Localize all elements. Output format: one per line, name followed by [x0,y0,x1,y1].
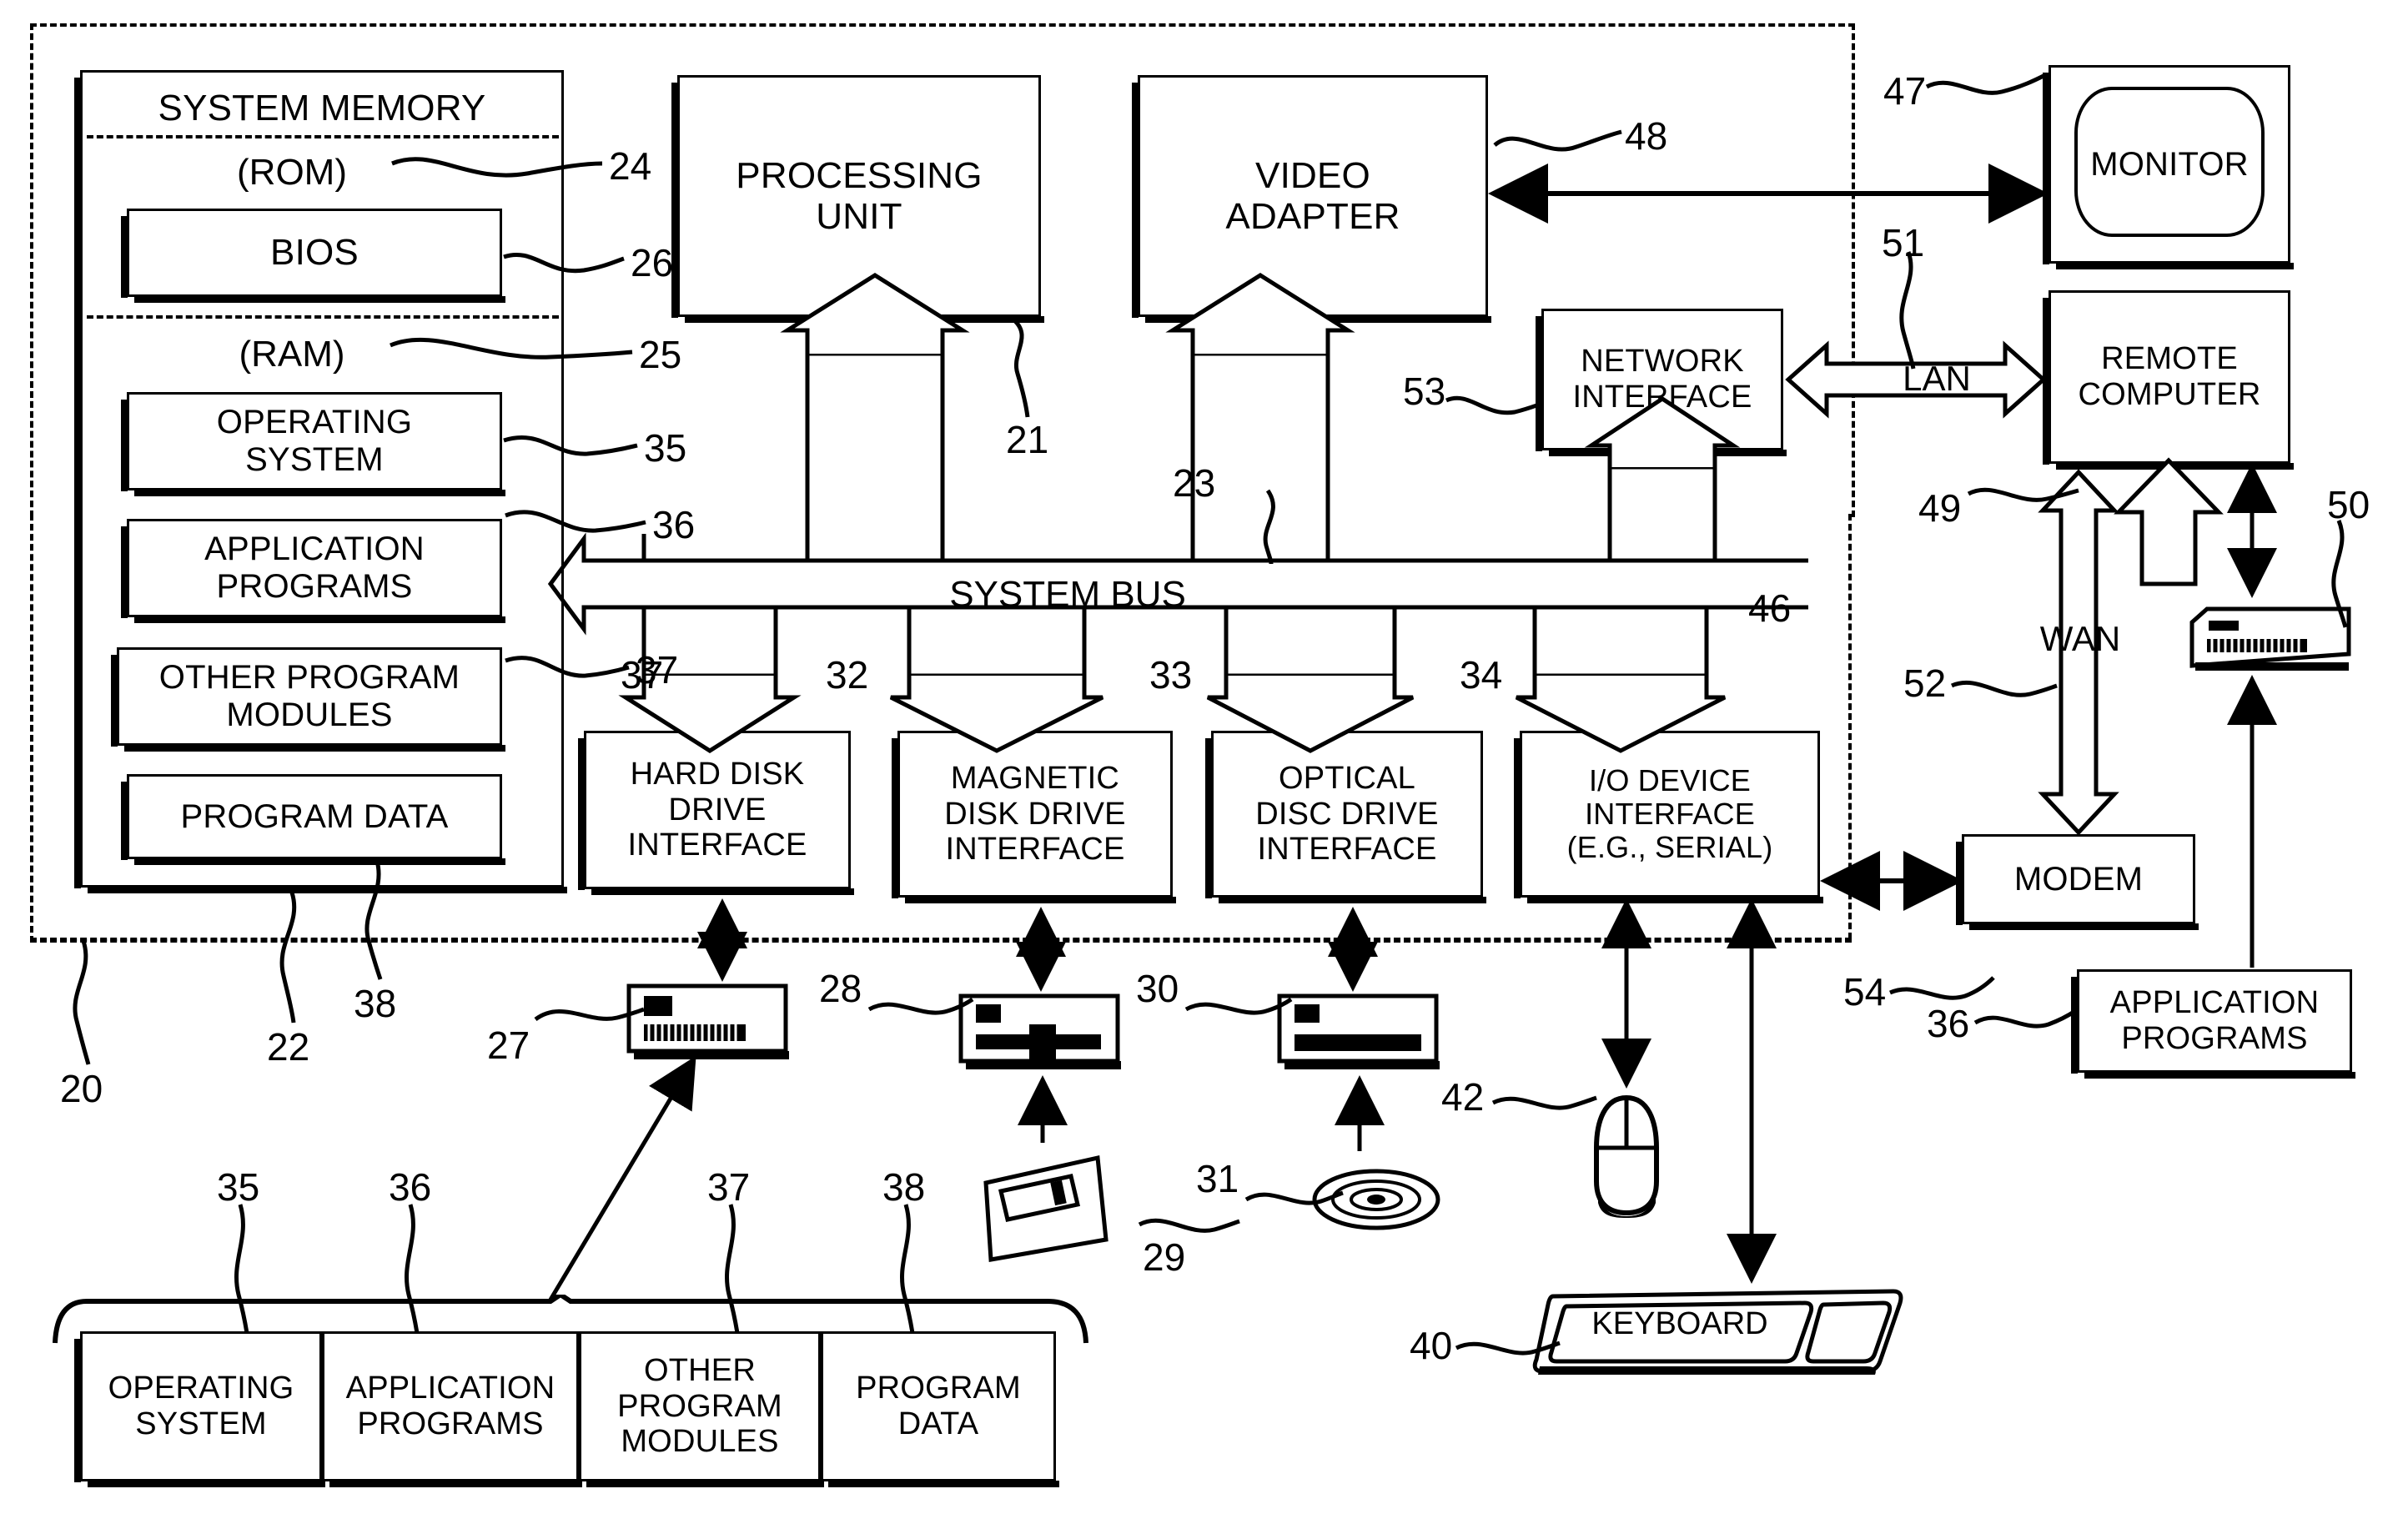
modem-box: MODEM [1956,834,2199,930]
ref-38: 38 [354,982,397,1025]
ref-36b: 36 [389,1165,432,1209]
video-adapter-label: VIDEO ADAPTER [1225,154,1400,237]
lan-label: LAN [1903,359,1971,398]
ref-49: 49 [1918,486,1962,530]
media-operating-system-cell: OPERATING SYSTEM [74,1331,325,1487]
ref-20: 20 [60,1067,103,1110]
optical-disc-drive-interface-box: OPTICAL DISC DRIVE INTERFACE [1205,731,1486,903]
remote-storage-drive-icon [2185,599,2352,676]
media-application-programs-label: APPLICATION PROGRAMS [345,1371,555,1441]
ref-38b: 38 [882,1165,926,1209]
rom-section-divider-top [87,135,559,138]
ref-31: 31 [1196,1157,1239,1200]
ref-33: 33 [1149,653,1193,697]
rom-label: (ROM) [237,152,347,193]
bios-label: BIOS [270,232,359,274]
program-data-box: PROGRAM DATA [121,774,505,865]
media-other-program-modules-label: OTHER PROGRAM MODULES [617,1353,782,1460]
media-operating-system-label: OPERATING SYSTEM [108,1371,294,1441]
ref-37b: 37 [621,653,664,697]
ram-label: (RAM) [239,334,345,375]
network-interface-label: NETWORK INTERFACE [1572,344,1752,415]
other-program-modules-label: OTHER PROGRAM MODULES [158,659,460,733]
application-programs-box: APPLICATION PROGRAMS [121,519,505,623]
io-device-interface-label: I/O DEVICE INTERFACE (E.G., SERIAL) [1566,762,1773,865]
ref-35: 35 [644,426,687,470]
hard-disk-drive-interface-box: HARD DISK DRIVE INTERFACE [578,731,854,895]
ref-23: 23 [1173,461,1216,505]
ref-36: 36 [652,503,696,546]
media-program-data-cell: PROGRAM DATA [821,1331,1059,1487]
ref-28: 28 [819,967,862,1010]
remote-computer-label: REMOTE COMPUTER [2078,341,2261,412]
ref-52: 52 [1903,661,1947,705]
remote-computer-box: REMOTE COMPUTER [2043,290,2294,470]
ref-30: 30 [1136,967,1179,1010]
system-bus-label: SYSTEM BUS [949,574,1186,615]
ref-40: 40 [1410,1324,1453,1367]
rom-section-divider-bottom [87,315,559,319]
wan-label: WAN [2039,619,2121,658]
optical-disc-media-icon [1310,1161,1443,1236]
computer-enclosure-dashed-bottom [30,938,1852,941]
mouse-icon [1585,1093,1668,1218]
other-program-modules-box: OTHER PROGRAM MODULES [111,647,505,752]
ref-42: 42 [1441,1075,1485,1119]
ref-50: 50 [2327,483,2370,526]
io-device-interface-box: I/O DEVICE INTERFACE (E.G., SERIAL) [1514,731,1823,903]
processing-unit-box: PROCESSING UNIT [671,75,1044,323]
ref-29: 29 [1143,1235,1186,1279]
ref-21: 21 [1006,418,1049,461]
ref-36c: 36 [1927,1002,1970,1045]
ref-32: 32 [826,653,869,697]
ref-26: 26 [631,241,674,284]
remote-application-programs-box: APPLICATION PROGRAMS [2071,969,2355,1079]
system-memory-label: SYSTEM MEMORY [158,88,486,128]
remote-application-programs-label: APPLICATION PROGRAMS [2109,985,2320,1056]
modem-label: MODEM [2013,860,2144,898]
patent-figure-canvas: SYSTEM MEMORY (ROM) BIOS (RAM) OPERATING… [0,0,2408,1514]
ref-24: 24 [609,144,652,188]
floppy-disk-media-icon [981,1153,1131,1270]
ref-27: 27 [487,1024,530,1067]
application-programs-label: APPLICATION PROGRAMS [204,531,425,605]
video-adapter-box: VIDEO ADAPTER [1132,75,1491,323]
program-data-label: PROGRAM DATA [180,797,449,835]
ref-53: 53 [1403,370,1446,413]
monitor-label: MONITOR [2090,145,2249,183]
media-application-programs-cell: APPLICATION PROGRAMS [322,1331,582,1487]
operating-system-box: OPERATING SYSTEM [121,392,505,496]
network-interface-box: NETWORK INTERFACE [1536,309,1787,456]
ref-47: 47 [1883,69,1927,113]
optical-disc-drive-icon [1276,993,1446,1073]
media-program-data-label: PROGRAM DATA [856,1371,1021,1441]
ref-46: 46 [1748,586,1792,630]
keyboard-label: KEYBOARD [1591,1306,1768,1341]
ref-22: 22 [267,1025,310,1069]
magnetic-disk-drive-interface-label: MAGNETIC DISK DRIVE INTERFACE [944,761,1126,868]
hard-disk-drive-interface-label: HARD DISK DRIVE INTERFACE [627,757,807,863]
magnetic-disk-drive-interface-box: MAGNETIC DISK DRIVE INTERFACE [892,731,1176,903]
hard-disk-drive-icon [626,983,796,1063]
media-other-program-modules-cell: OTHER PROGRAM MODULES [579,1331,824,1487]
ref-51: 51 [1882,221,1925,264]
ref-25: 25 [639,333,682,376]
ref-54: 54 [1843,970,1887,1014]
ref-34: 34 [1460,653,1503,697]
bios-box: BIOS [121,209,505,303]
magnetic-disk-drive-icon [958,993,1128,1073]
ref-35b: 35 [217,1165,260,1209]
ref-48: 48 [1625,114,1668,158]
processing-unit-label: PROCESSING UNIT [736,154,983,237]
computer-enclosure-dashed-right-lower [1818,514,1852,939]
operating-system-label: OPERATING SYSTEM [216,404,413,478]
optical-disc-drive-interface-label: OPTICAL DISC DRIVE INTERFACE [1255,761,1439,868]
ref-37c: 37 [707,1165,751,1209]
